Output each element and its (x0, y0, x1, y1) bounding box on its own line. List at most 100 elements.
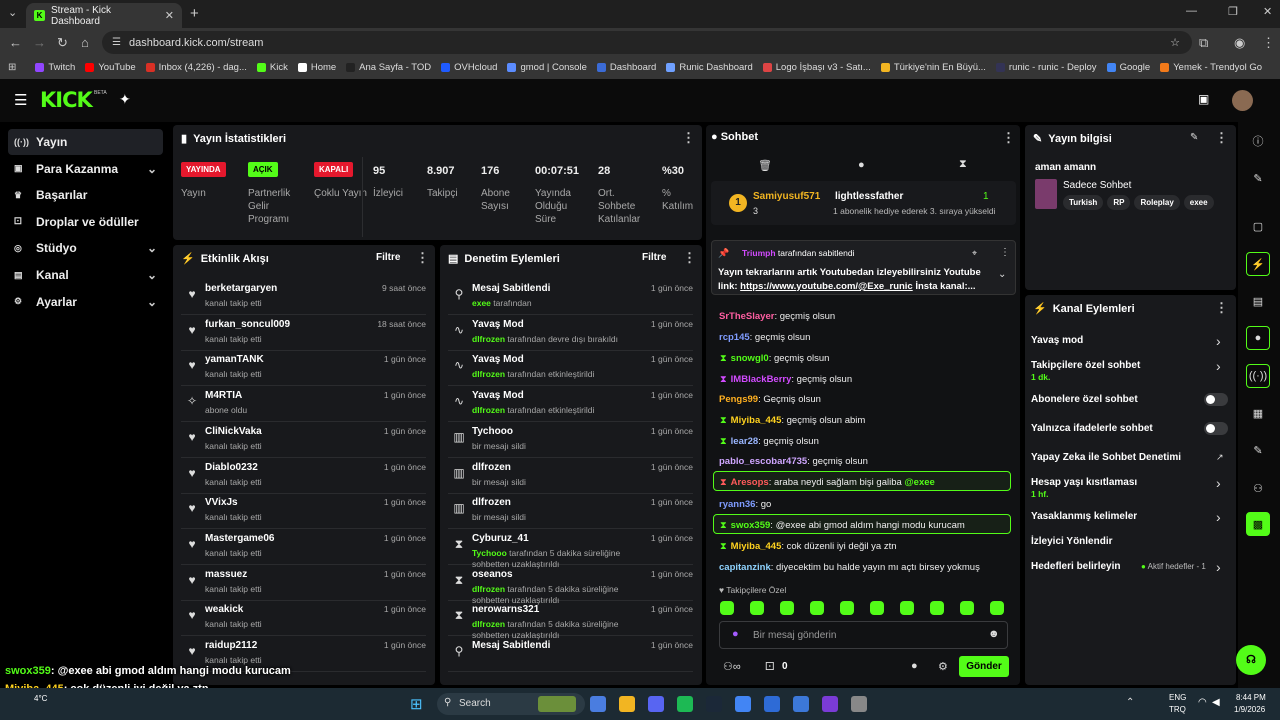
chrome-icon[interactable] (735, 696, 751, 712)
chat-username[interactable]: ryann36 (719, 499, 755, 510)
channel-action-4[interactable]: Yalnızca ifadelerle sohbet (1031, 423, 1153, 434)
tag-pill[interactable]: RP (1107, 195, 1131, 210)
windows-start-icon[interactable]: ⊞ (410, 695, 423, 713)
chat-message[interactable]: ⧗ lear28: geçmiş olsun (718, 436, 819, 447)
chat-message[interactable]: capitanzink: diyecektim bu halde yayın m… (719, 562, 980, 573)
tab-close-icon[interactable]: ✕ (165, 9, 174, 22)
moderation-row[interactable]: ⧗ Cyburuz_41 Tychooo tarafından 5 dakika s… (448, 530, 693, 569)
app-blue-icon[interactable] (793, 696, 809, 712)
moderation-row[interactable]: ⚲ Mesaj Sabitlendi 1 gün önce (448, 637, 693, 672)
spotify-icon[interactable] (677, 696, 693, 712)
chat-username[interactable]: lear28 (731, 436, 758, 447)
activity-row[interactable]: ♥ VVixJs kanalı takip etti 1 gün önce (181, 494, 426, 530)
gift-icon[interactable]: ⚀ (765, 660, 775, 673)
mic-icon[interactable]: ● (732, 628, 739, 640)
info-icon[interactable]: ⓘ (1246, 129, 1270, 153)
window-close-icon[interactable]: ✕ (1263, 5, 1272, 18)
channel-action-3[interactable]: Abonelere özel sohbet (1031, 394, 1138, 405)
chat-message[interactable]: ⧗ swox359: @exee abi gmod aldım hangi mod… (718, 520, 965, 531)
activity-username[interactable]: CliNickVaka (205, 426, 262, 437)
activity-row[interactable]: ♥ CliNickVaka kanalı takip etti 1 gün önce (181, 423, 426, 458)
activity-username[interactable]: weakick (205, 604, 243, 615)
moderator-name[interactable]: exee (472, 298, 491, 308)
browser-menu-icon[interactable]: ⋮ (1262, 35, 1275, 51)
bolt-icon-3[interactable]: ⚡ (1246, 252, 1270, 276)
clock-date[interactable]: 1/9/2026 (1234, 705, 1265, 714)
kick-logo[interactable]: KICK (40, 88, 93, 112)
activity-username[interactable]: raidup2112 (205, 640, 257, 651)
external-link-icon[interactable]: ↗ (1216, 452, 1224, 463)
activity-row[interactable]: ♥ furkan_soncul009 kanalı takip etti 18 saa… (181, 316, 426, 351)
chat-trash-icon[interactable]: 🗑 (758, 159, 772, 172)
moderator-name[interactable]: dlfrozen (472, 584, 505, 594)
reload-icon[interactable]: ↻ (57, 35, 68, 51)
activity-username[interactable]: M4RTIA (205, 390, 242, 401)
chat-message[interactable]: ⧗ Aresops: araba neydi sağlam bişi galiba… (718, 477, 935, 488)
moderation-row[interactable]: ⧗ oseanos dlfrozen tarafından 5 dakika sür… (448, 566, 693, 605)
tag-pill[interactable]: Roleplay (1134, 195, 1180, 210)
channel-action-9[interactable]: Hedefleri belirleyin (1031, 561, 1120, 572)
pencil-icon[interactable]: ✎ (1246, 166, 1270, 190)
apps-grid-icon[interactable]: ⊞ (6, 62, 30, 73)
moderation-row[interactable]: ▥ dlfrozen bir mesajı sildi 1 gün önce (448, 494, 693, 530)
toggle-switch[interactable] (1204, 393, 1228, 406)
chat-username[interactable]: Aresops (731, 477, 769, 488)
extensions-icon[interactable]: ⧉ (1199, 35, 1208, 51)
pinned-link[interactable]: https://www.youtube.com/@Exe_runic (740, 281, 913, 292)
clock-time[interactable]: 8:44 PM (1236, 693, 1266, 702)
chat-menu-icon[interactable]: ⋮ (1002, 130, 1015, 146)
emote-icon[interactable] (870, 601, 884, 615)
chevron-right-icon[interactable]: › (1216, 358, 1221, 374)
bookmark-item[interactable]: Türkiye'nin En Büyü... (876, 62, 991, 73)
chat-username[interactable]: IMBlackBerry (731, 374, 792, 385)
file-explorer-icon[interactable] (619, 696, 635, 712)
sidebar-item-para-kazanma[interactable]: ▣ Para Kazanma ⌄ (8, 156, 163, 182)
info-menu-icon[interactable]: ⋮ (1215, 130, 1228, 146)
activity-username[interactable]: Mastergame06 (205, 533, 274, 544)
copilot-icon[interactable] (590, 696, 606, 712)
pin-tool-icon[interactable]: ✦ (119, 91, 131, 108)
screen-icon[interactable]: ▢ (1246, 214, 1270, 238)
channel-action-1[interactable]: Yavaş mod (1031, 335, 1083, 346)
home-icon[interactable]: ⌂ (81, 35, 89, 50)
tag-pill[interactable]: exee (1183, 195, 1214, 210)
forward-icon[interactable]: → (33, 35, 46, 50)
chat-username[interactable]: pablo_escobar4735 (719, 456, 807, 467)
activity-row[interactable]: ✧ M4RTIA abone oldu 1 gün önce (181, 387, 426, 423)
channel-action-6[interactable]: Hesap yaşı kısıtlaması (1031, 477, 1137, 488)
chat-username[interactable]: SrTheSlayer (719, 311, 774, 322)
sidebar-item-ba-ar-lar[interactable]: ♛ Başarılar (8, 182, 163, 208)
channel-menu-icon[interactable]: ⋮ (1215, 300, 1228, 316)
chat-emote-icon[interactable]: ● (858, 159, 865, 171)
activity-row[interactable]: ♥ berketargaryen kanalı takip etti 9 saat ö… (181, 280, 426, 315)
chevron-right-icon[interactable]: › (1216, 333, 1221, 349)
emote-icon[interactable] (780, 601, 794, 615)
moderation-row[interactable]: ▥ Tychooo bir mesajı sildi 1 gün önce (448, 423, 693, 458)
bookmark-item[interactable]: Logo İşbaşı v3 - Satı... (758, 62, 876, 73)
sidebar-item-ayarlar[interactable]: ⚙ Ayarlar ⌄ (8, 289, 163, 315)
chat-message[interactable]: SrTheSlayer: geçmiş olsun (719, 311, 835, 322)
widget-icon[interactable] (538, 696, 576, 712)
moderator-name[interactable]: Tychooo (472, 548, 507, 558)
stream-preview-icon[interactable]: ▣ (1198, 92, 1209, 106)
activity-filter-button[interactable]: Filtre (376, 252, 400, 263)
channel-action-7[interactable]: Yasaklanmış kelimeler (1031, 511, 1137, 522)
chat-message[interactable]: rcp145: geçmiş olsun (719, 332, 810, 343)
toggle-switch[interactable] (1204, 422, 1228, 435)
chat-message[interactable]: ⧗ Miyiba_445: geçmiş olsun abim (718, 415, 865, 426)
unpin-icon[interactable]: ⌖ (972, 248, 977, 259)
pinned-expand-icon[interactable]: ⌄ (998, 269, 1006, 280)
users-icon[interactable]: ⚇ (1246, 476, 1270, 500)
chat-message[interactable]: Pengs99: Geçmiş olsun (719, 394, 821, 405)
moderator-name[interactable]: dlfrozen (472, 369, 505, 379)
bookmark-item[interactable]: Ana Sayfa - TOD (341, 62, 436, 73)
activity-menu-icon[interactable]: ⋮ (416, 250, 429, 266)
moderation-row[interactable]: ∿ Yavaş Mod dlfrozen tarafından etkinleşti… (448, 387, 693, 423)
community-icon[interactable]: ⚇∞ (723, 660, 741, 673)
new-tab-icon[interactable]: + (190, 5, 199, 22)
tag-pill[interactable]: Turkish (1063, 195, 1104, 210)
volume-icon[interactable]: ◀ (1212, 697, 1220, 708)
chat-message[interactable]: ⧗ snowgl0: geçmiş olsun (718, 353, 829, 364)
layers-icon[interactable]: ▦ (1246, 401, 1270, 425)
chat-message[interactable]: ⧗ Miyiba_445: cok düzenli iyi değil ya zt… (718, 541, 897, 552)
